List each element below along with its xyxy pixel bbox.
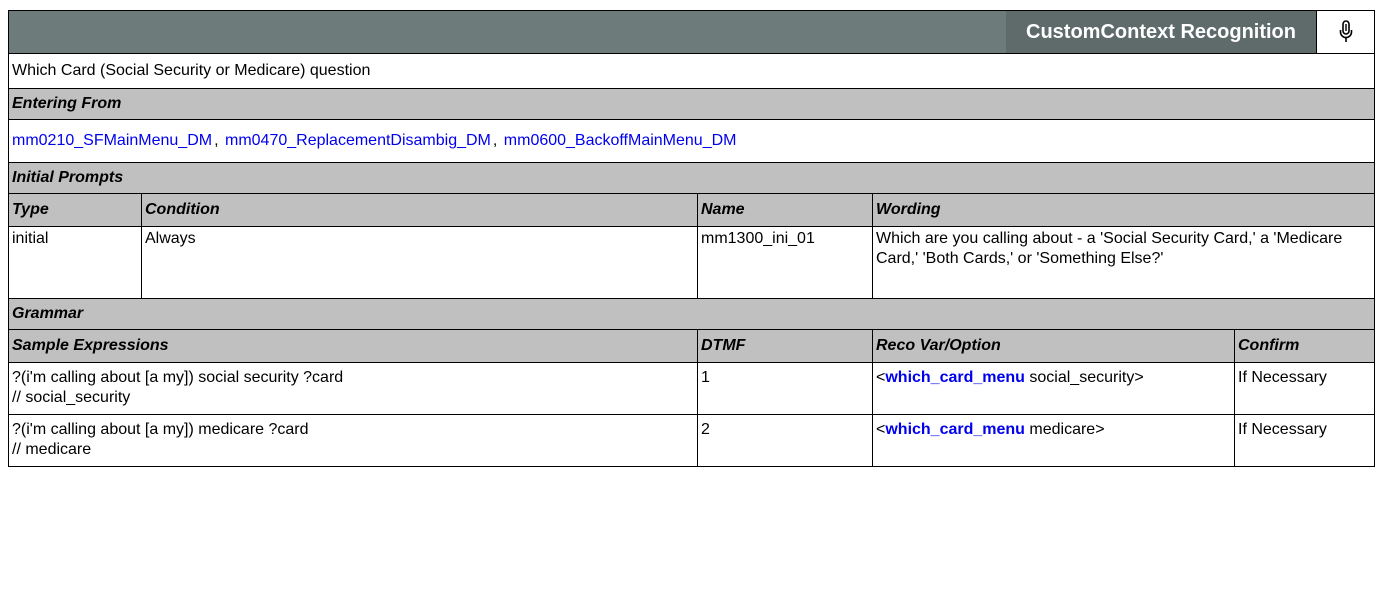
prompt-name: mm1300_ini_01 (697, 226, 873, 299)
entering-from-heading: Entering From (8, 88, 1375, 120)
link-mm0600[interactable]: mm0600_BackoffMainMenu_DM (504, 132, 737, 149)
link-mm0210[interactable]: mm0210_SFMainMenu_DM (12, 132, 212, 149)
grammar-dtmf: 2 (697, 414, 873, 467)
microphone-icon (1316, 11, 1374, 53)
expression-text: ?(i'm calling about [a my]) social secur… (12, 369, 344, 386)
link-separator: , (492, 132, 498, 149)
expression-tag: // social_security (12, 389, 131, 406)
reco-value: social_security> (1024, 369, 1144, 386)
page-title: CustomContext Recognition (1006, 11, 1316, 53)
initial-prompts-heading: Initial Prompts (8, 162, 1375, 194)
prompt-wording: Which are you calling about - a 'Social … (872, 226, 1375, 299)
grammar-confirm: If Necessary (1234, 414, 1375, 467)
expression-text: ?(i'm calling about [a my]) medicare ?ca… (12, 421, 309, 438)
prompt-type: initial (8, 226, 142, 299)
col-sample-expressions: Sample Expressions (8, 329, 698, 363)
link-separator: , (214, 132, 219, 149)
prompts-header-row: Type Condition Name Wording (8, 193, 1375, 227)
reco-value: medicare> (1024, 421, 1105, 438)
prompt-condition: Always (141, 226, 698, 299)
dialog-module-spec: CustomContext Recognition Which Card (So… (8, 10, 1375, 467)
grammar-reco-var: <which_card_menu social_security> (872, 362, 1235, 415)
reco-open: < (876, 421, 886, 438)
module-description: Which Card (Social Security or Medicare)… (8, 53, 1375, 89)
reco-var-link[interactable]: which_card_menu (885, 369, 1025, 386)
grammar-row: ?(i'm calling about [a my]) medicare ?ca… (8, 414, 1375, 467)
grammar-row: ?(i'm calling about [a my]) social secur… (8, 362, 1375, 415)
reco-var-link[interactable]: which_card_menu (885, 421, 1025, 438)
col-reco-var: Reco Var/Option (872, 329, 1235, 363)
col-confirm: Confirm (1234, 329, 1375, 363)
col-condition: Condition (141, 193, 698, 227)
col-wording: Wording (872, 193, 1375, 227)
grammar-expression: ?(i'm calling about [a my]) social secur… (8, 362, 698, 415)
col-name: Name (697, 193, 873, 227)
col-type: Type (8, 193, 142, 227)
reco-open: < (876, 369, 886, 386)
link-mm0470[interactable]: mm0470_ReplacementDisambig_DM (225, 132, 491, 149)
entering-from-links: mm0210_SFMainMenu_DM, mm0470_Replacement… (8, 119, 1375, 163)
header-bar: CustomContext Recognition (8, 10, 1375, 54)
grammar-dtmf: 1 (697, 362, 873, 415)
grammar-heading: Grammar (8, 298, 1375, 330)
spec-table: CustomContext Recognition Which Card (So… (8, 10, 1375, 467)
grammar-header-row: Sample Expressions DTMF Reco Var/Option … (8, 329, 1375, 363)
grammar-reco-var: <which_card_menu medicare> (872, 414, 1235, 467)
grammar-expression: ?(i'm calling about [a my]) medicare ?ca… (8, 414, 698, 467)
expression-tag: // medicare (12, 441, 92, 458)
col-dtmf: DTMF (697, 329, 873, 363)
grammar-confirm: If Necessary (1234, 362, 1375, 415)
prompt-row: initial Always mm1300_ini_01 Which are y… (8, 226, 1375, 299)
